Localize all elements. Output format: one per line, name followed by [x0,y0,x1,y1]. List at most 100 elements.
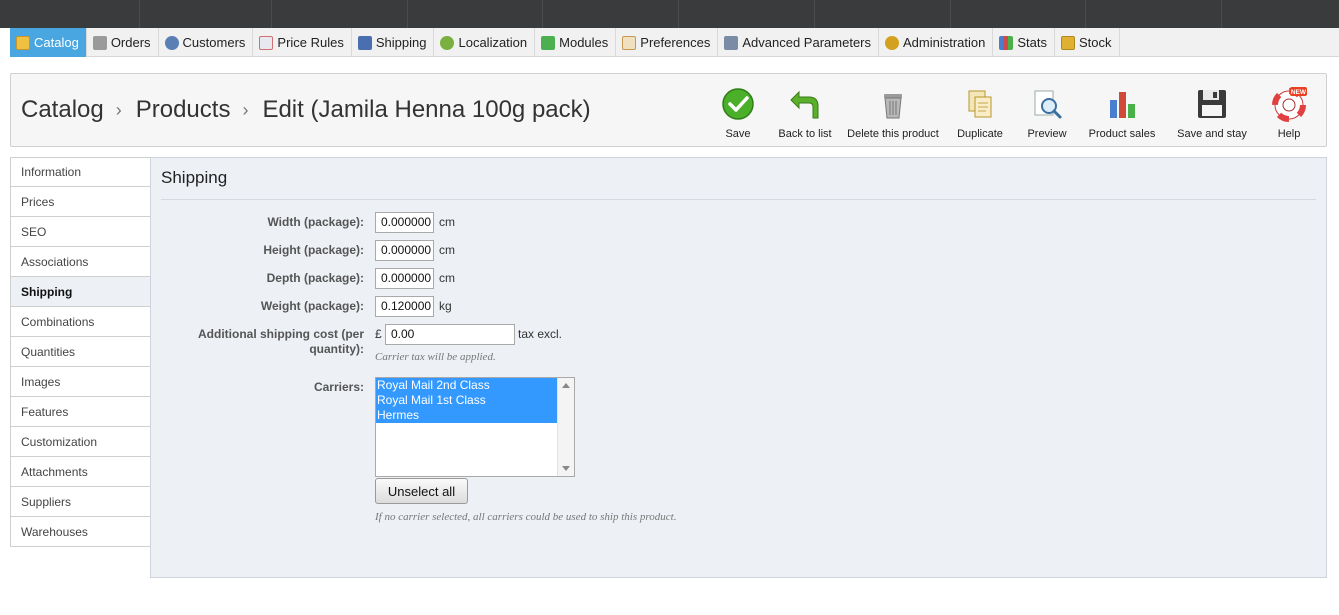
stats-icon [999,35,1014,50]
depth-input[interactable]: 0.000000 [375,268,434,289]
tab-information[interactable]: Information [10,157,151,187]
height-input[interactable]: 0.000000 [375,240,434,261]
tab-combinations[interactable]: Combinations [10,307,151,337]
carriers-select[interactable]: Royal Mail 2nd Class Royal Mail 1st Clas… [375,377,575,477]
tab-warehouses[interactable]: Warehouses [10,517,151,547]
toolbar: Save Back to list Delete this product Du… [11,86,1326,146]
additional-cost-label-line2: quantity): [309,342,364,356]
additional-cost-input[interactable]: 0.00 [385,324,515,345]
back-arrow-icon [790,90,819,119]
additional-cost-label: Additional shipping cost (per quantity): [159,327,364,357]
nav-item-stock[interactable]: Stock [1055,28,1120,57]
page-header: Catalog › Products › Edit (Jamila Henna … [10,73,1327,147]
nav-item-administration[interactable]: Administration [879,28,994,57]
width-input[interactable]: 0.000000 [375,212,434,233]
width-label: Width (package): [267,215,364,229]
additional-cost-label-line1: Additional shipping cost (per [198,327,364,341]
nav-label: Price Rules [277,35,344,50]
nav-label: Shipping [375,35,427,50]
save-icon [722,88,754,120]
top-bar [0,0,1339,28]
sales-chart-icon [1110,92,1135,118]
save-label: Save [725,128,751,140]
tab-shipping[interactable]: Shipping [10,277,152,307]
nav-label: Stats [1017,35,1047,50]
truck-icon [357,35,372,50]
tab-suppliers[interactable]: Suppliers [10,487,151,517]
wrench-icon [724,35,739,50]
top-bar-divider [407,0,408,28]
nav-item-catalog[interactable]: Catalog [10,28,87,57]
delete-label: Delete this product [847,128,939,140]
top-bar-divider [678,0,679,28]
product-sales-button[interactable]: Product sales [1088,86,1156,140]
preview-button[interactable]: Preview [1025,86,1069,140]
nav-item-modules[interactable]: Modules [535,28,617,57]
nav-label: Orders [110,35,151,50]
nav-item-stats[interactable]: Stats [993,28,1055,57]
preview-icon [1034,90,1062,119]
tab-prices[interactable]: Prices [10,187,151,217]
main-nav: Catalog Orders Customers Price Rules Shi… [10,28,1339,57]
currency-symbol: £ [375,327,382,341]
carrier-option[interactable]: Royal Mail 2nd Class [376,378,558,393]
nav-label: Localization [458,35,528,50]
tab-features[interactable]: Features [10,397,151,427]
floppy-disk-icon [1198,90,1226,118]
weight-input[interactable]: 0.120000 [375,296,434,317]
delete-product-button[interactable]: Delete this product [847,86,939,140]
top-bar-divider [1221,0,1222,28]
top-bar-divider [271,0,272,28]
nav-label: Stock [1079,35,1112,50]
lifebuoy-icon: NEW [1272,87,1307,122]
help-button[interactable]: NEW Help [1272,86,1307,140]
tab-quantities[interactable]: Quantities [10,337,151,367]
catalog-icon [16,35,30,50]
nav-item-customers[interactable]: Customers [159,28,254,57]
nav-label: Advanced Parameters [742,35,871,50]
nav-item-orders[interactable]: Orders [87,28,159,57]
shipping-panel: Shipping Width (package): 0.000000 cm He… [150,157,1327,578]
tab-customization[interactable]: Customization [10,427,151,457]
carrier-option[interactable]: Hermes [376,408,558,423]
nav-item-advanced-parameters[interactable]: Advanced Parameters [718,28,879,57]
preferences-icon [622,35,637,50]
back-to-list-button[interactable]: Back to list [777,86,833,140]
nav-item-preferences[interactable]: Preferences [616,28,719,57]
no-carrier-hint: If no carrier selected, all carriers cou… [375,511,677,523]
tab-images[interactable]: Images [10,367,151,397]
nav-item-shipping[interactable]: Shipping [352,28,435,57]
panel-divider [161,199,1316,200]
product-tabs: Information Prices SEO Associations Ship… [10,157,152,547]
depth-unit: cm [439,271,455,285]
nav-label: Administration [903,35,986,50]
width-unit: cm [439,215,455,229]
nav-label: Preferences [640,35,711,50]
help-new-badge: NEW [1291,89,1307,96]
stock-icon [1061,35,1075,50]
key-icon [885,35,899,50]
unselect-all-button[interactable]: Unselect all [375,478,468,504]
nav-item-price-rules[interactable]: Price Rules [253,28,352,57]
top-bar-divider [814,0,815,28]
trash-icon [884,94,902,119]
height-label: Height (package): [263,243,364,257]
save-and-stay-button[interactable]: Save and stay [1176,86,1248,140]
tab-associations[interactable]: Associations [10,247,151,277]
top-bar-divider [1085,0,1086,28]
duplicate-button[interactable]: Duplicate [956,86,1004,140]
carriers-scrollbar[interactable] [557,378,574,476]
scroll-up-icon[interactable] [562,383,570,388]
weight-unit: kg [439,299,452,313]
height-unit: cm [439,243,455,257]
tab-attachments[interactable]: Attachments [10,457,151,487]
puzzle-icon [541,35,556,50]
top-bar-divider [139,0,140,28]
scroll-down-icon[interactable] [562,466,570,471]
tab-seo[interactable]: SEO [10,217,151,247]
carrier-option[interactable]: Royal Mail 1st Class [376,393,558,408]
save-button[interactable]: Save [718,86,758,140]
top-bar-divider [542,0,543,28]
nav-item-localization[interactable]: Localization [434,28,536,57]
panel-title: Shipping [161,168,228,187]
